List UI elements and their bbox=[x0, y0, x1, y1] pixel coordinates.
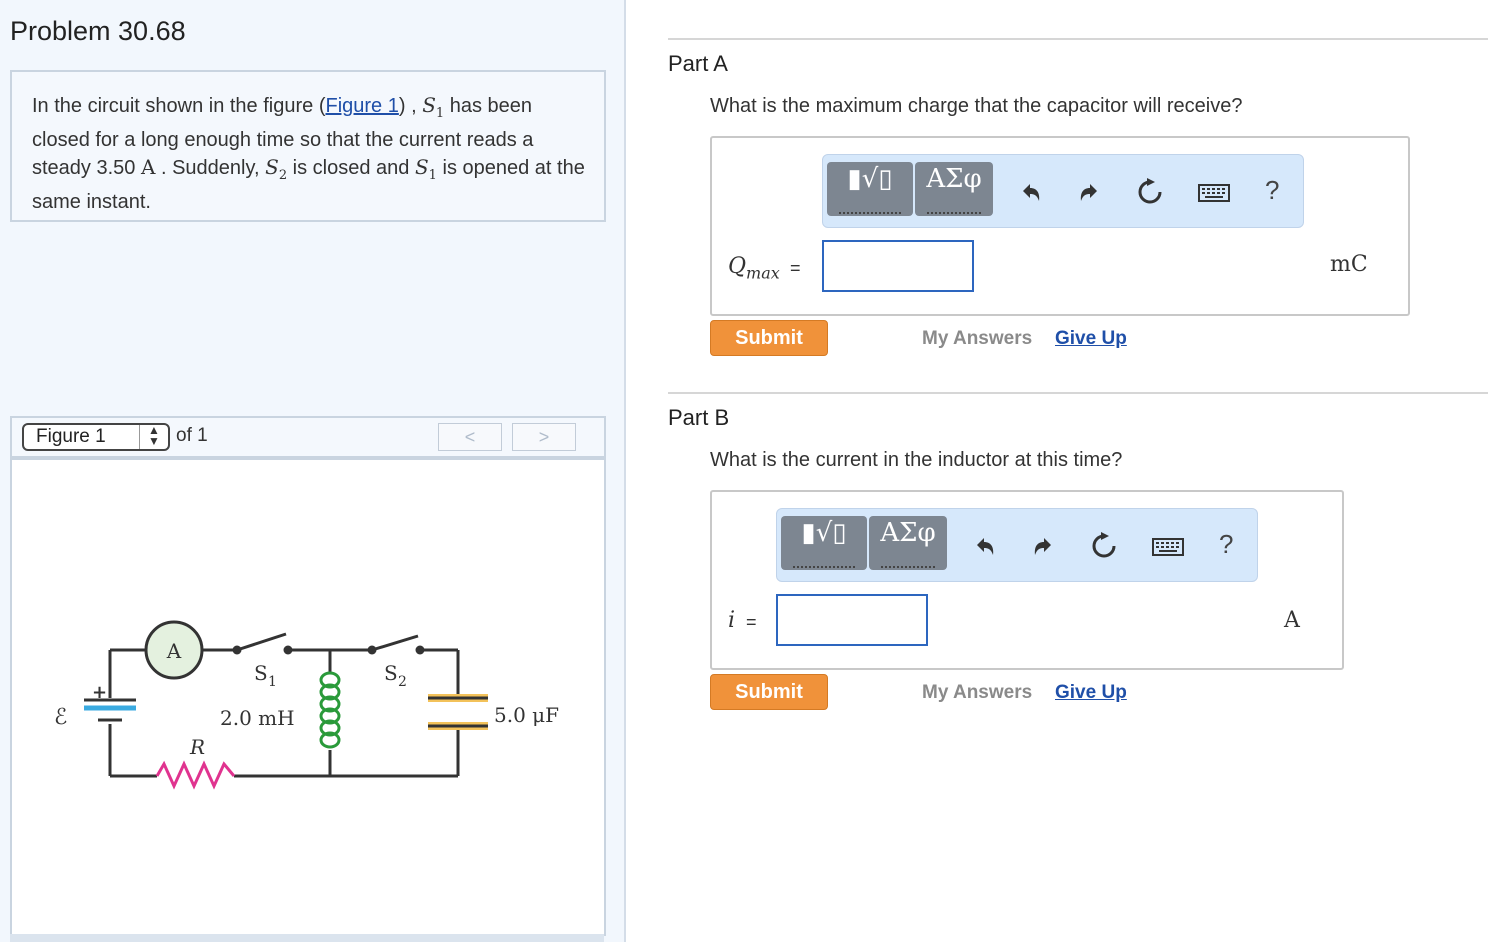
greek-symbols-button[interactable]: ΑΣφ bbox=[915, 162, 993, 216]
circuit-diagram: A S 1 S 2 + ℰ R 2.0 mH 5.0 μF bbox=[54, 620, 559, 790]
part-b-variable: i bbox=[728, 608, 736, 633]
problem-statement-box: In the circuit shown in the figure (Figu… bbox=[10, 70, 606, 222]
redo-icon[interactable] bbox=[1029, 531, 1059, 561]
part-a-unit: mC bbox=[1330, 252, 1368, 277]
help-icon[interactable]: ? bbox=[1265, 175, 1279, 206]
chevron-right-icon: > bbox=[538, 427, 550, 447]
statement-text: In the circuit shown in the figure ( bbox=[32, 95, 326, 117]
figure-navigation-bar: Figure 1 ▲ ▼ of 1 < > bbox=[10, 416, 606, 458]
inductor-coil bbox=[319, 671, 341, 749]
undo-icon[interactable] bbox=[969, 531, 999, 561]
next-figure-button[interactable]: > bbox=[512, 423, 576, 451]
battery-plus-label: + bbox=[92, 682, 107, 703]
figure-count: of 1 bbox=[176, 425, 208, 446]
switch-s1-symbol: S1 bbox=[422, 93, 445, 121]
part-a-math-toolbar: ▮√▯ ΑΣφ ? bbox=[822, 154, 1304, 228]
answer-panel: Part A What is the maximum charge that t… bbox=[626, 0, 1488, 942]
inductor-label: 2.0 mH bbox=[220, 706, 295, 730]
figure-link[interactable]: Figure 1 bbox=[325, 95, 398, 117]
problem-statement: In the circuit shown in the figure (Figu… bbox=[32, 92, 592, 216]
greek-symbols-button[interactable]: ΑΣφ bbox=[869, 516, 947, 570]
switch-contact bbox=[283, 645, 293, 655]
templates-icon: ▮√▯ bbox=[801, 518, 847, 548]
switch-contact bbox=[232, 645, 242, 655]
figure-area: A S 1 S 2 + ℰ R 2.0 mH 5.0 μF bbox=[10, 458, 606, 936]
part-a-answer-input[interactable] bbox=[822, 240, 974, 292]
templates-button[interactable]: ▮√▯ bbox=[827, 162, 913, 216]
switch-contact bbox=[415, 645, 425, 655]
redo-icon[interactable] bbox=[1075, 177, 1105, 207]
divider bbox=[668, 392, 1488, 394]
resistor-label: R bbox=[189, 735, 205, 759]
part-b-give-up-link[interactable]: Give Up bbox=[1055, 682, 1127, 704]
undo-icon[interactable] bbox=[1015, 177, 1045, 207]
capacitor-label: 5.0 μF bbox=[494, 703, 559, 727]
statement-text: ) , bbox=[398, 95, 423, 117]
part-a-give-up-link[interactable]: Give Up bbox=[1055, 328, 1127, 350]
part-b-my-answers-link[interactable]: My Answers bbox=[922, 682, 1032, 704]
divider bbox=[668, 38, 1488, 40]
resistor-symbol bbox=[155, 760, 236, 790]
part-b-submit-button[interactable]: Submit bbox=[710, 674, 828, 710]
part-b-answer-box: ▮√▯ ΑΣφ ? i = A bbox=[710, 490, 1344, 670]
statement-text: . Suddenly, bbox=[155, 157, 266, 179]
figure-select-value: Figure 1 bbox=[36, 426, 106, 447]
keyboard-icon[interactable] bbox=[1151, 531, 1185, 561]
switch-s2-symbol: S2 bbox=[265, 155, 288, 183]
greek-icon: ΑΣφ bbox=[926, 164, 982, 194]
part-a-title: Part A bbox=[668, 51, 728, 76]
ammeter-label: A bbox=[166, 639, 182, 663]
switch1-subscript: 1 bbox=[268, 674, 277, 690]
keyboard-icon[interactable] bbox=[1197, 177, 1231, 207]
part-b-unit: A bbox=[1284, 608, 1300, 633]
switch-contact bbox=[367, 645, 377, 655]
part-a-variable: Qmax bbox=[728, 254, 780, 283]
current-unit: A bbox=[140, 155, 156, 179]
templates-icon: ▮√▯ bbox=[847, 164, 893, 194]
statement-text: is closed and bbox=[287, 157, 415, 179]
problem-panel: Problem 30.68 In the circuit shown in th… bbox=[0, 0, 626, 942]
previous-figure-button[interactable]: < bbox=[438, 423, 502, 451]
updown-arrows-icon: ▲ ▼ bbox=[139, 424, 168, 449]
part-a-submit-button[interactable]: Submit bbox=[710, 320, 828, 356]
templates-button[interactable]: ▮√▯ bbox=[781, 516, 867, 570]
part-b-answer-input[interactable] bbox=[776, 594, 928, 646]
part-a-my-answers-link[interactable]: My Answers bbox=[922, 328, 1032, 350]
reset-icon[interactable] bbox=[1135, 177, 1165, 207]
figure-select[interactable]: Figure 1 ▲ ▼ bbox=[22, 423, 170, 451]
emf-label: ℰ bbox=[54, 705, 67, 730]
switch2-label: S bbox=[384, 661, 398, 685]
problem-title: Problem 30.68 bbox=[10, 16, 186, 46]
reset-icon[interactable] bbox=[1089, 531, 1119, 561]
part-a-answer-box: ▮√▯ ΑΣφ ? Qmax = mC bbox=[710, 136, 1410, 316]
figure-scrollbar[interactable] bbox=[10, 934, 604, 942]
help-icon[interactable]: ? bbox=[1219, 529, 1233, 560]
equals-sign: = bbox=[746, 612, 757, 632]
switch2-subscript: 2 bbox=[398, 674, 407, 690]
greek-icon: ΑΣφ bbox=[880, 518, 936, 548]
part-a-question: What is the maximum charge that the capa… bbox=[710, 95, 1243, 117]
part-b-title: Part B bbox=[668, 405, 730, 430]
part-b-math-toolbar: ▮√▯ ΑΣφ ? bbox=[776, 508, 1258, 582]
switch1-label: S bbox=[254, 661, 268, 685]
part-b-question: What is the current in the inductor at t… bbox=[710, 449, 1123, 471]
switch-s1-symbol: S1 bbox=[414, 155, 437, 183]
chevron-left-icon: < bbox=[464, 427, 476, 447]
equals-sign: = bbox=[790, 258, 801, 278]
